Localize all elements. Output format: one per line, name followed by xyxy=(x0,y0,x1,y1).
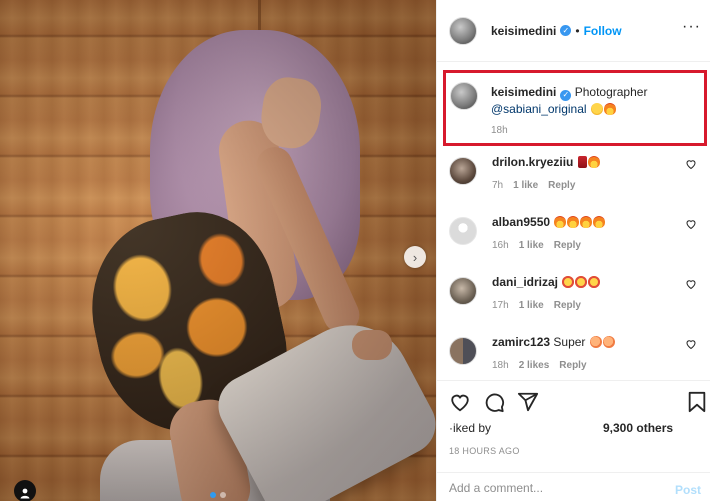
likes-others-count[interactable]: 9,300 others xyxy=(603,421,673,435)
laughing-face-emoji xyxy=(590,102,603,115)
verified-badge-icon: ✓ xyxy=(560,89,572,101)
comment-username[interactable]: alban9550 xyxy=(492,215,550,229)
share-icon[interactable] xyxy=(517,391,539,413)
soda-cup-emoji xyxy=(577,156,587,168)
avatar[interactable] xyxy=(449,157,477,185)
comment-item: alban9550 16h 1 like Reply xyxy=(437,212,710,270)
comment-meta: 16h 1 like Reply xyxy=(492,240,581,251)
heart-icon[interactable] xyxy=(685,338,697,350)
star-struck-emoji xyxy=(562,276,575,288)
caption-username[interactable]: keisimedini xyxy=(491,85,556,99)
heart-icon[interactable] xyxy=(685,218,697,230)
avatar[interactable] xyxy=(449,217,477,245)
comment-like-count[interactable]: 1 like xyxy=(519,300,544,311)
comment-body: Super xyxy=(553,335,586,349)
comment-like-count[interactable]: 1 like xyxy=(519,240,544,251)
heart-icon[interactable] xyxy=(449,391,471,413)
post-side-panel: keisimedini ✓ • Follow ··· keisimedini ✓ … xyxy=(436,0,710,501)
peach-emoji xyxy=(602,336,615,348)
comment-time[interactable]: 17h xyxy=(492,300,509,311)
fire-emoji xyxy=(593,216,606,228)
avatar[interactable] xyxy=(450,82,478,110)
comment-text: dani_idrizaj xyxy=(492,275,672,289)
comment-icon[interactable] xyxy=(483,391,505,413)
comment-like-count[interactable]: 2 likes xyxy=(519,360,550,371)
carousel-dots xyxy=(210,492,226,498)
comment-item: dani_idrizaj 17h 1 like Reply xyxy=(437,272,710,330)
tag-user-icon[interactable] xyxy=(14,480,36,501)
comment-time[interactable]: 18h xyxy=(492,360,509,371)
header-separator: • xyxy=(575,23,580,38)
caption-timestamp[interactable]: 18h xyxy=(491,125,508,136)
reply-button[interactable]: Reply xyxy=(554,300,581,311)
fire-emoji xyxy=(567,216,580,228)
next-arrow-icon[interactable]: › xyxy=(404,246,426,268)
fire-emoji xyxy=(580,216,593,228)
comment-item: drilon.kryeziiu 7h 1 like Reply xyxy=(437,152,710,210)
post-timestamp[interactable]: 18 HOURS AGO xyxy=(449,446,520,456)
comment-meta: 7h 1 like Reply xyxy=(492,180,575,191)
caption-highlight-box: keisimedini ✓ Photographer @sabiani_origi… xyxy=(443,70,707,146)
comment-username[interactable]: drilon.kryeziiu xyxy=(492,155,573,169)
follow-button[interactable]: Follow xyxy=(584,24,622,38)
header-username[interactable]: keisimedini xyxy=(491,24,556,38)
comment-username[interactable]: zamirc123 xyxy=(492,335,550,349)
verified-badge-icon: ✓ xyxy=(560,25,572,36)
carousel-dot xyxy=(220,492,226,498)
more-options-icon[interactable]: ··· xyxy=(682,19,701,35)
avatar[interactable] xyxy=(449,337,477,365)
fire-emoji xyxy=(587,156,600,168)
photo-vignette xyxy=(0,0,436,501)
comment-time[interactable]: 7h xyxy=(492,180,503,191)
caption-mention-link[interactable]: @sabiani_original xyxy=(491,102,587,116)
heart-icon[interactable] xyxy=(685,158,697,170)
reply-button[interactable]: Reply xyxy=(554,240,581,251)
caption-body: Photographer xyxy=(574,85,648,99)
reply-button[interactable]: Reply xyxy=(548,180,575,191)
reply-button[interactable]: Reply xyxy=(559,360,586,371)
comment-like-count[interactable]: 1 like xyxy=(513,180,538,191)
comment-text: alban9550 xyxy=(492,215,672,229)
comment-input[interactable] xyxy=(449,479,649,497)
caption-text: keisimedini ✓ Photographer @sabiani_origi… xyxy=(491,84,701,117)
comment-meta: 17h 1 like Reply xyxy=(492,300,581,311)
likes-summary: ·iked by 9,300 others xyxy=(437,416,710,438)
comment-meta: 18h 2 likes Reply xyxy=(492,360,587,371)
comment-text: zamirc123 Super xyxy=(492,335,672,349)
post-comment-button[interactable]: Post xyxy=(675,483,701,497)
fire-emoji xyxy=(554,216,567,228)
bookmark-icon[interactable] xyxy=(687,391,707,413)
comment-username[interactable]: dani_idrizaj xyxy=(492,275,558,289)
star-struck-emoji xyxy=(575,276,588,288)
avatar[interactable] xyxy=(449,277,477,305)
add-comment-bar: Post xyxy=(437,472,710,501)
peach-emoji xyxy=(589,336,602,348)
heart-icon[interactable] xyxy=(685,278,697,290)
star-struck-emoji xyxy=(588,276,601,288)
avatar[interactable] xyxy=(449,16,477,45)
comment-time[interactable]: 16h xyxy=(492,240,509,251)
fire-emoji xyxy=(603,102,616,115)
post-photo[interactable]: › xyxy=(0,0,436,501)
comment-text: drilon.kryeziiu xyxy=(492,155,672,169)
carousel-dot-active xyxy=(210,492,216,498)
liked-by-text: ·iked by xyxy=(449,421,492,435)
post-header: keisimedini ✓ • Follow ··· xyxy=(437,0,710,62)
